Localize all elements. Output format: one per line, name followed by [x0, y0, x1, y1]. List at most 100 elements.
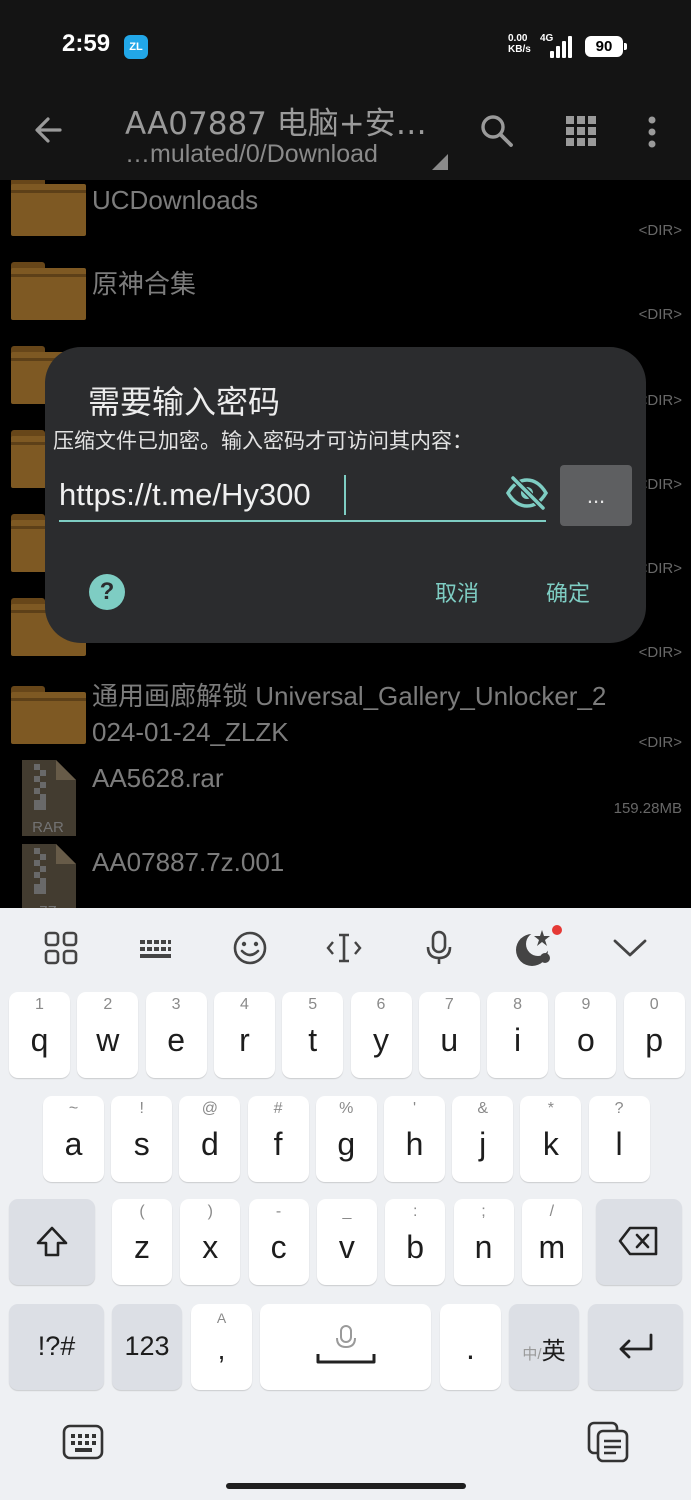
key-label: v — [338, 1229, 355, 1265]
key-hint: 0 — [649, 996, 659, 1013]
apps-grid-icon[interactable] — [41, 928, 81, 968]
path-dropdown-icon[interactable] — [432, 154, 448, 170]
language-switch-key[interactable]: 中/英 — [509, 1304, 579, 1390]
dialog-message: 压缩文件已加密。输入密码才可访问其内容： — [53, 429, 473, 453]
clipboard-icon[interactable] — [586, 1420, 630, 1464]
key-hint: % — [339, 1100, 354, 1117]
microphone-icon[interactable] — [419, 928, 459, 968]
key-w[interactable]: 2w — [77, 992, 139, 1078]
cancel-button[interactable]: 取消 — [435, 576, 479, 608]
key-label: q — [30, 1022, 49, 1058]
home-indicator[interactable] — [226, 1483, 466, 1489]
keyboard-layout-icon[interactable] — [135, 928, 175, 968]
key-x[interactable]: ) x — [180, 1199, 241, 1285]
key-label: n — [474, 1229, 493, 1265]
key-label: w — [96, 1022, 120, 1058]
key-a[interactable]: ~ a — [43, 1096, 104, 1182]
key-n[interactable]: ; n — [453, 1199, 514, 1285]
period-key-label: . — [466, 1330, 475, 1366]
key-s[interactable]: ! s — [111, 1096, 173, 1182]
key-label: c — [270, 1229, 287, 1265]
key-label: t — [308, 1022, 318, 1058]
more-options-icon[interactable] — [640, 112, 664, 152]
backspace-key[interactable] — [596, 1199, 682, 1285]
net-speed-unit: KB/s — [508, 44, 531, 55]
cursor-move-icon[interactable] — [324, 928, 364, 968]
search-icon[interactable] — [478, 112, 516, 150]
numbers-key[interactable]: 123 — [112, 1304, 182, 1390]
key-hint: 5 — [308, 996, 318, 1013]
symbols-key[interactable]: !?# — [9, 1304, 104, 1390]
key-l[interactable]: ? l — [588, 1096, 650, 1182]
enter-key[interactable] — [588, 1304, 683, 1390]
key-label: z — [134, 1229, 150, 1265]
key-i[interactable]: 8i — [487, 992, 549, 1078]
key-z[interactable]: (z — [112, 1199, 172, 1285]
theme-stickers-icon[interactable] — [512, 924, 562, 968]
key-hint: @ — [201, 1100, 219, 1117]
comma-key-hint: A — [216, 1310, 227, 1326]
key-k[interactable]: * k — [520, 1096, 582, 1182]
key-d[interactable]: @ d — [179, 1096, 241, 1182]
period-key[interactable]: . — [440, 1304, 501, 1390]
key-label: k — [542, 1126, 559, 1162]
key-hint: 3 — [171, 996, 181, 1013]
more-passwords-button[interactable]: ... — [560, 465, 632, 526]
password-input[interactable] — [59, 473, 489, 517]
key-hint: _ — [342, 1203, 352, 1220]
key-hint: * — [547, 1100, 554, 1117]
key-r[interactable]: 4r — [213, 992, 275, 1078]
key-q[interactable]: 1q — [9, 992, 70, 1078]
key-hint: ; — [481, 1203, 486, 1220]
key-f[interactable]: # f — [247, 1096, 309, 1182]
notification-app-icon: ZL — [124, 35, 148, 59]
net-speed-value: 0.00 — [508, 33, 528, 44]
key-label: f — [273, 1126, 283, 1162]
key-hint: 8 — [513, 996, 523, 1013]
soft-keyboard: 1q2w3e4r5t6y7u8i9o0p ~ a! s @ d # f% g ' h & j * k? l … — [0, 908, 691, 1500]
net-speed: 0.00 KB/s — [508, 33, 531, 55]
key-label: g — [337, 1126, 356, 1162]
key-e[interactable]: 3e — [145, 992, 207, 1078]
status-bar: 2:59 ZL 0.00 KB/s 4G 90 — [0, 0, 691, 92]
key-y[interactable]: 6y — [350, 992, 412, 1078]
app-bar: AA07887 电脑+安… …mulated/0/Download — [0, 92, 691, 180]
key-hint: 7 — [444, 996, 454, 1013]
key-c[interactable]: -c — [248, 1199, 309, 1285]
lang-main: 英 — [541, 1338, 566, 1365]
key-v[interactable]: _ v — [316, 1199, 377, 1285]
key-t[interactable]: 5t — [282, 992, 344, 1078]
key-b[interactable]: :b — [385, 1199, 446, 1285]
grid-view-icon[interactable] — [565, 115, 597, 147]
shift-key[interactable] — [9, 1199, 95, 1285]
collapse-keyboard-icon[interactable] — [610, 928, 650, 968]
key-u[interactable]: 7u — [418, 992, 480, 1078]
key-j[interactable]: & j — [452, 1096, 514, 1182]
key-label: r — [239, 1022, 250, 1058]
back-arrow-icon[interactable] — [30, 112, 66, 148]
visibility-off-icon[interactable] — [505, 475, 549, 511]
emoji-icon[interactable] — [230, 928, 270, 968]
key-label: h — [405, 1126, 424, 1162]
keyboard-switch-icon[interactable] — [61, 1423, 105, 1461]
space-key[interactable] — [260, 1304, 431, 1390]
comma-key[interactable]: A , — [191, 1304, 252, 1390]
key-o[interactable]: 9o — [555, 992, 617, 1078]
key-hint: ' — [412, 1100, 417, 1117]
page-title: AA07887 电脑+安… — [125, 106, 427, 142]
key-p[interactable]: 0p — [623, 992, 685, 1078]
key-hint: / — [549, 1203, 555, 1220]
key-m[interactable]: / m — [521, 1199, 582, 1285]
path-subtitle[interactable]: …mulated/0/Download — [125, 140, 378, 169]
key-label: l — [615, 1126, 623, 1162]
ok-button[interactable]: 确定 — [546, 576, 590, 608]
lang-small: 中 — [522, 1346, 538, 1363]
key-hint: 4 — [239, 996, 249, 1013]
password-field[interactable] — [59, 467, 549, 522]
key-h[interactable]: ' h — [384, 1096, 445, 1182]
key-hint: ) — [207, 1203, 213, 1220]
symbols-key-label: !?# — [37, 1331, 76, 1361]
key-g[interactable]: % g — [315, 1096, 377, 1182]
help-icon[interactable]: ? — [89, 574, 125, 610]
key-label: o — [576, 1022, 595, 1058]
